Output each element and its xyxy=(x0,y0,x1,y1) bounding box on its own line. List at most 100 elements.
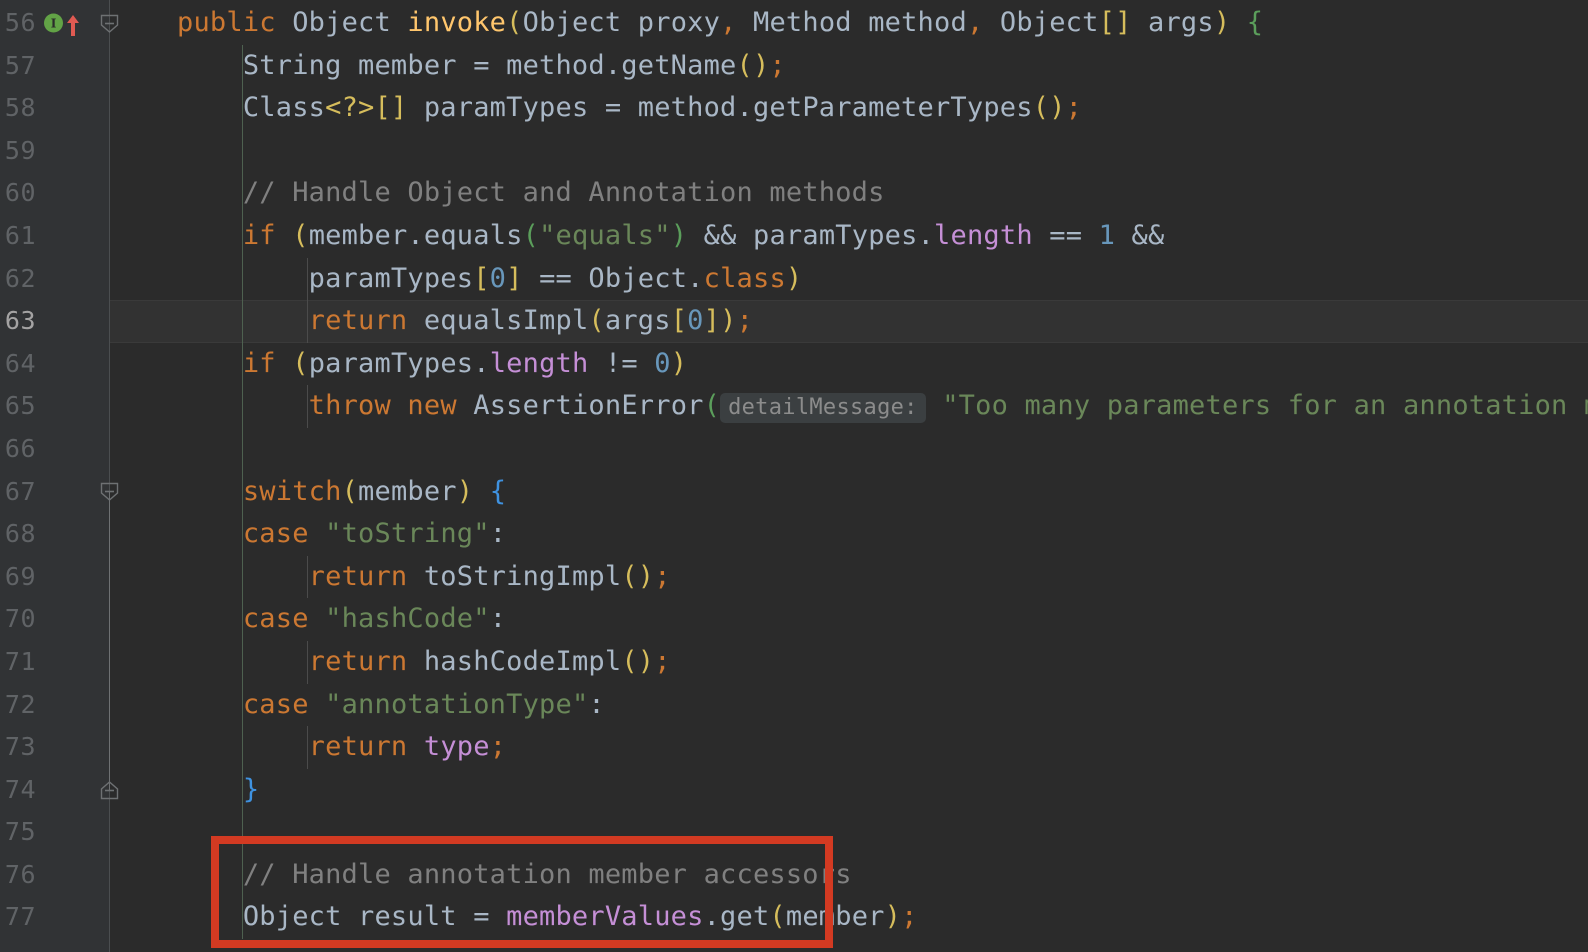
implementation-marker-letter: I xyxy=(50,16,57,31)
gutter-row[interactable]: 69 xyxy=(0,556,110,599)
code-token: args xyxy=(604,305,671,337)
code-token: case xyxy=(242,688,309,720)
code-token: hashCodeImpl xyxy=(407,645,622,677)
code-token: toStringImpl xyxy=(407,560,622,592)
gutter-row[interactable]: 71 xyxy=(0,641,110,684)
code-token: ) xyxy=(670,219,688,251)
code-token: member xyxy=(358,475,457,507)
code-line[interactable] xyxy=(110,811,1588,854)
gutter-row[interactable]: 64 xyxy=(0,343,110,386)
code-token: ( xyxy=(506,7,523,38)
gutter-row[interactable]: 56 I xyxy=(0,2,110,45)
code-token: ) xyxy=(785,262,803,294)
line-number: 64 xyxy=(4,348,36,378)
gutter-row[interactable]: 67 xyxy=(0,471,110,514)
code-line[interactable]: if (member.equals("equals") && paramType… xyxy=(110,215,1588,258)
code-token: ; xyxy=(1065,92,1083,124)
gutter-row[interactable]: 58 xyxy=(0,87,110,130)
gutter-row[interactable]: 66 xyxy=(0,428,110,471)
code-line[interactable]: return equalsImpl(args[0]); xyxy=(110,300,1588,343)
code-token: member.equals xyxy=(308,219,523,251)
code-token: { xyxy=(1246,7,1264,38)
override-arrow-icon[interactable] xyxy=(64,11,82,37)
code-line[interactable]: return type; xyxy=(110,726,1588,769)
line-number: 59 xyxy=(4,135,36,165)
code-token: case xyxy=(242,518,309,550)
code-line[interactable]: // Handle annotation member accessors xyxy=(110,854,1588,897)
gutter-row[interactable]: 60 xyxy=(0,172,110,215)
code-token: invoke xyxy=(407,7,507,38)
gutter-row[interactable]: 63 xyxy=(0,300,110,343)
code-lines[interactable]: public Object invoke(Object proxy, Metho… xyxy=(110,2,1588,939)
parameter-inlay-hint[interactable]: detailMessage: xyxy=(720,393,926,424)
code-token: ) xyxy=(884,901,902,933)
code-line[interactable]: Object result = memberValues.get(member)… xyxy=(110,896,1588,939)
gutter-row[interactable]: 76 xyxy=(0,854,110,897)
code-token: ( xyxy=(292,219,309,251)
code-line[interactable]: Class<?>[] paramTypes = method.getParame… xyxy=(110,87,1588,130)
code-line[interactable]: case "toString": xyxy=(110,513,1588,556)
gutter-row[interactable]: 70 xyxy=(0,598,110,641)
code-editor-window: public Object invoke(Object proxy, Metho… xyxy=(0,0,1588,952)
code-token: throw xyxy=(308,390,391,422)
code-token: if xyxy=(242,347,276,379)
code-line[interactable]: String member = method.getName(); xyxy=(110,45,1588,88)
line-number: 67 xyxy=(4,476,36,506)
code-token: ) xyxy=(456,475,474,507)
code-token: () xyxy=(1032,92,1066,124)
code-token: ; xyxy=(489,731,507,763)
implementation-marker-icon[interactable]: I xyxy=(44,13,63,33)
editor-gutter[interactable]: 56 I 57 58 59 60 61 62 63 64 65 66 67 68 69 70 71 72 73 74 7… xyxy=(0,0,110,952)
gutter-row[interactable]: 61 xyxy=(0,215,110,258)
code-line[interactable]: case "hashCode": xyxy=(110,598,1588,641)
code-line[interactable] xyxy=(110,428,1588,471)
code-token: () xyxy=(621,560,655,592)
code-token: , xyxy=(966,7,984,38)
code-line[interactable]: return toStringImpl(); xyxy=(110,556,1588,599)
gutter-row[interactable]: 73 xyxy=(0,726,110,769)
line-number: 63 xyxy=(4,306,36,336)
gutter-row[interactable]: 62 xyxy=(0,258,110,301)
line-number: 60 xyxy=(4,178,36,208)
gutter-row[interactable]: 77 xyxy=(0,896,110,939)
code-token: ; xyxy=(654,645,671,677)
code-line[interactable]: return hashCodeImpl(); xyxy=(110,641,1588,684)
code-line[interactable] xyxy=(110,130,1588,173)
gutter-row[interactable]: 74 xyxy=(0,769,110,812)
code-token: .get xyxy=(703,901,770,933)
gutter-row[interactable]: 75 xyxy=(0,811,110,854)
code-token: ; xyxy=(654,560,671,592)
code-token: 0 xyxy=(654,347,671,379)
line-number: 56 xyxy=(4,8,36,37)
code-line[interactable]: throw new AssertionError(detailMessage: … xyxy=(110,385,1588,428)
code-token: return xyxy=(308,731,408,763)
gutter-row[interactable]: 59 xyxy=(0,130,110,173)
gutter-row[interactable]: 68 xyxy=(0,513,110,556)
code-line[interactable]: public Object invoke(Object proxy, Metho… xyxy=(110,2,1588,45)
code-token: // Handle annotation member accessors xyxy=(177,858,852,890)
code-line[interactable]: case "annotationType": xyxy=(110,684,1588,727)
code-token: Method method xyxy=(736,7,967,38)
code-line[interactable]: if (paramTypes.length != 0) xyxy=(110,343,1588,386)
code-line[interactable]: switch(member) { xyxy=(110,471,1588,514)
code-token: return xyxy=(308,305,408,337)
gutter-row[interactable]: 57 xyxy=(0,45,110,88)
line-number: 74 xyxy=(4,774,36,804)
code-token: ( xyxy=(522,219,540,251)
code-line[interactable]: paramTypes[0] == Object.class) xyxy=(110,258,1588,301)
code-token: ( xyxy=(341,475,359,507)
code-line[interactable]: // Handle Object and Annotation methods xyxy=(110,172,1588,215)
code-line[interactable]: } xyxy=(110,769,1588,812)
gutter-row[interactable]: 65 xyxy=(0,385,110,428)
editor-text-area[interactable]: public Object invoke(Object proxy, Metho… xyxy=(110,0,1588,952)
gutter-row[interactable]: 72 xyxy=(0,684,110,727)
